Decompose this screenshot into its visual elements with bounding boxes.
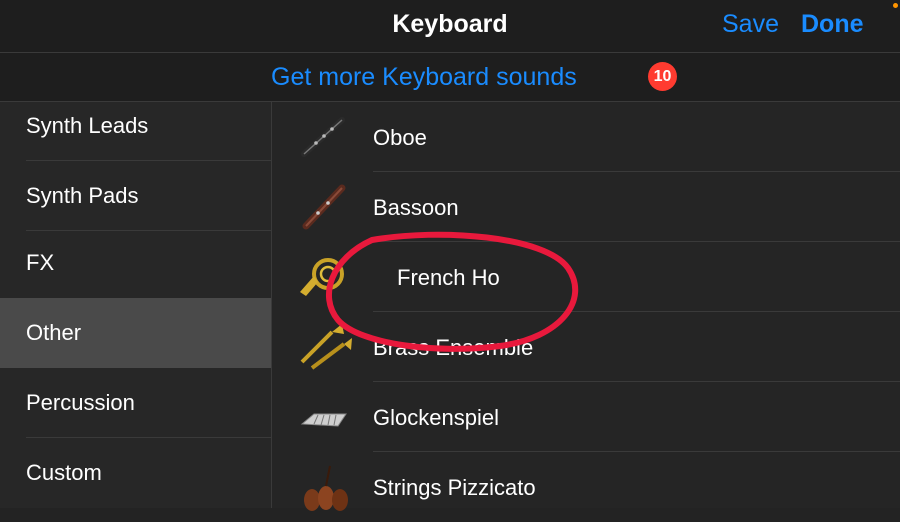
status-indicator-dot [893,3,898,8]
sidebar-item-percussion[interactable]: Percussion [0,368,271,438]
sidebar-item-synth-pads[interactable]: Synth Pads [0,161,271,231]
instrument-label: Oboe [373,125,427,150]
sidebar-item-fx[interactable]: FX [0,228,271,298]
instrument-row-brass-ensemble[interactable]: Brass Ensemble [272,312,900,382]
sidebar-item-label: Percussion [26,390,135,415]
sidebar-item-label: FX [26,250,55,275]
sidebar-item-label: Other [26,320,82,345]
sidebar-item-custom[interactable]: Custom [0,438,271,508]
instrument-row-bassoon[interactable]: Bassoon [272,172,900,242]
save-button[interactable]: Save [722,10,779,39]
instrument-label: Bassoon [373,195,459,220]
sidebar-item-other[interactable]: Other [0,298,271,368]
get-more-sounds-link[interactable]: Get more Keyboard sounds [271,63,577,92]
sidebar-item-synth-leads[interactable]: Synth Leads [0,91,271,161]
bassoon-icon [302,184,346,230]
glockenspiel-icon [300,413,347,427]
instrument-row-oboe[interactable]: Oboe [272,102,900,172]
instrument-row-strings-pizzicato[interactable]: Strings Pizzicato [272,452,900,522]
sidebar-item-label: Synth Leads [26,113,149,138]
strings-icon [304,465,348,511]
sidebar-item-label: Custom [26,460,102,485]
done-button[interactable]: Done [801,10,864,39]
instrument-row-glockenspiel[interactable]: Glockenspiel [272,382,900,452]
instrument-label: Glockenspiel [373,405,499,430]
oboe-icon [301,117,345,157]
brass-ensemble-icon [300,324,352,370]
instrument-list: Oboe Bassoon French Ho Brass Ensemble Gl… [272,102,900,511]
instrument-label: French Ho [397,265,500,290]
top-bar: Keyboard Save Done [0,0,900,53]
sidebar-item-label: Synth Pads [26,183,139,208]
instrument-label: Strings Pizzicato [373,475,536,500]
french-horn-icon [300,258,344,296]
instrument-row-french-horn[interactable]: French Ho [272,242,900,312]
category-sidebar: Synth Leads Synth Pads FX Other Percussi… [0,102,272,508]
instrument-label: Brass Ensemble [373,335,534,360]
new-sounds-badge: 10 [648,62,677,91]
